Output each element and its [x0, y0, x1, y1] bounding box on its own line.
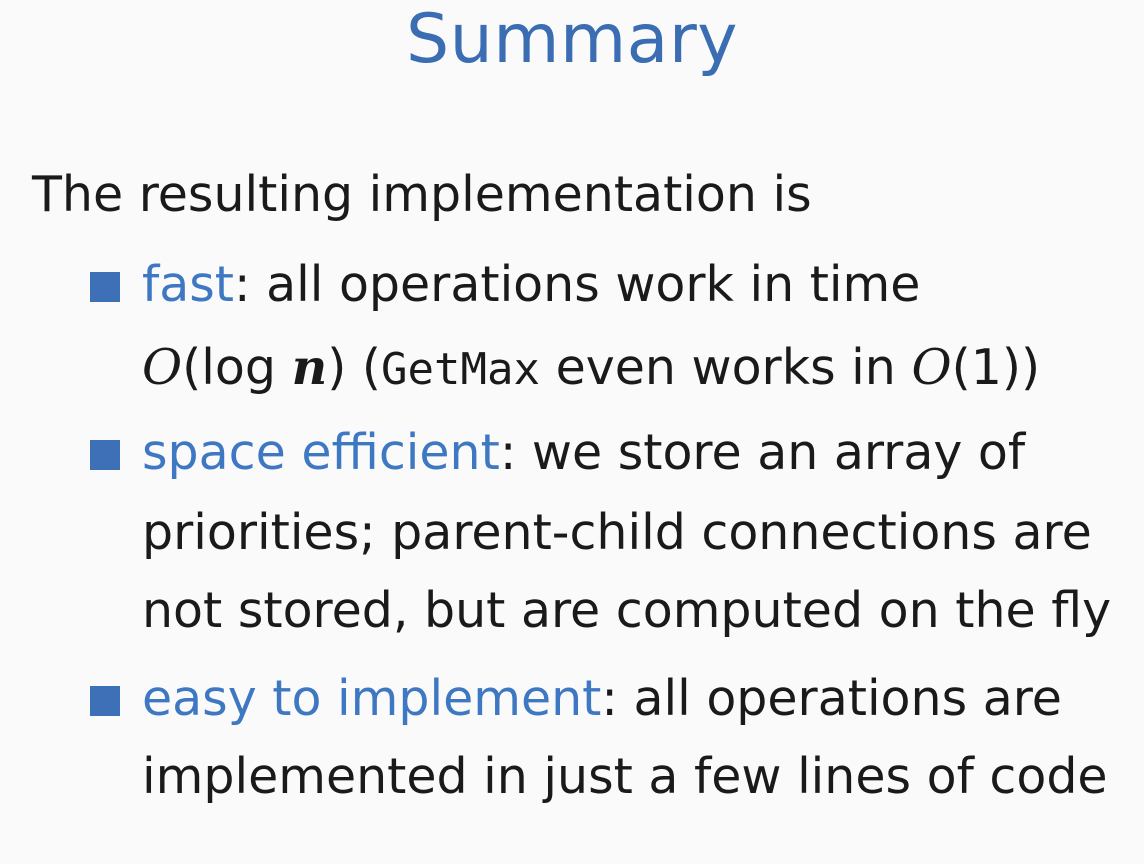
paren-close-2: )) [1001, 339, 1041, 396]
big-o-symbol-2: O [911, 339, 952, 396]
intro-text: The resulting implementation is [32, 166, 812, 223]
paren-open-outer: ( [346, 339, 382, 396]
bullet-square-icon [90, 686, 120, 716]
big-o-symbol: O [142, 339, 183, 396]
bullet-easy-line-1: easy to implement: all operations are [142, 664, 1062, 734]
term-colon: : [601, 670, 618, 727]
term-fast: fast [142, 256, 235, 313]
term-colon: : [499, 424, 517, 481]
term-colon: : [234, 256, 251, 313]
term-easy-to-implement: easy to implement [142, 670, 602, 727]
bullet-space-line-3: not stored, but are computed on the fly [142, 582, 1112, 639]
bullet-square-icon [90, 440, 120, 470]
code-getmax: GetMax [381, 344, 540, 395]
constant-one: 1 [970, 339, 1002, 396]
bullet-easy-line-2: implemented in just a few lines of code [142, 748, 1108, 805]
mid-text: even works in [540, 339, 912, 396]
bullet-space-line-1: space efficient: we store an array of [142, 418, 1025, 488]
paren-open: ( [182, 339, 202, 396]
paren-close: ) [327, 339, 347, 396]
bullet-square-icon [90, 272, 120, 302]
paren-open-2: ( [951, 339, 971, 396]
slide-title: Summary [405, 0, 739, 79]
bullet-fast-line-2: O(log n) (GetMax even works in O(1)) [142, 332, 1040, 405]
log-text: log [201, 339, 292, 396]
bullet-easy-text: all operations are [617, 670, 1062, 727]
bullet-fast-line-1: fast: all operations work in time [142, 250, 920, 320]
bullet-space-line-2: priorities; parent-child connections are [142, 504, 1092, 561]
variable-n: n [291, 338, 328, 396]
bullet-fast-text: all operations work in time [250, 256, 921, 313]
term-space-efficient: space efficient [142, 424, 500, 481]
slide: Summary The resulting implementation is … [0, 0, 1144, 864]
bullet-space-text: we store an array of [516, 424, 1026, 481]
